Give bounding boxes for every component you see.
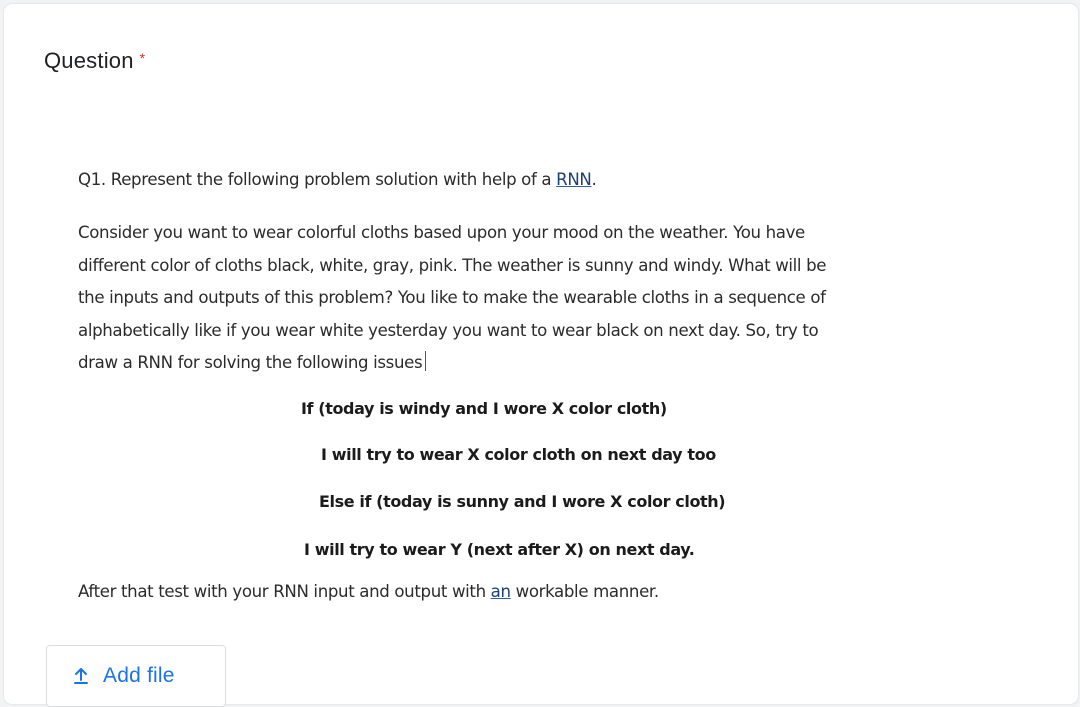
q1-prefix: Q1. Represent the following problem solu…	[78, 170, 557, 189]
q1-suffix: .	[591, 170, 597, 189]
paragraph-line: different color of cloths black, white, …	[78, 255, 827, 275]
condition-line: Else if (today is sunny and I wore X col…	[319, 492, 726, 511]
paragraph-line: draw a RNN for solving the following iss…	[78, 353, 423, 373]
add-file-label: Add file	[103, 664, 175, 687]
after-prefix: After that test with your RNN input and …	[78, 582, 491, 601]
paragraph-line: Consider you want to wear colorful cloth…	[78, 223, 805, 242]
add-file-button[interactable]: Add file	[46, 645, 226, 707]
after-instruction: After that test with your RNN input and …	[78, 582, 659, 601]
paragraph-line-last: draw a RNN for solving the following iss…	[78, 347, 1038, 380]
condition-line: I will try to wear Y (next after X) on n…	[304, 540, 695, 559]
paragraph-line: the inputs and outputs of this problem? …	[78, 288, 826, 308]
question-label: Question	[44, 48, 134, 73]
rnn-link: RNN	[556, 170, 592, 189]
paragraph-line: alphabetically like if you wear white ye…	[78, 320, 819, 340]
question-card: Question * Q1. Represent the following pr…	[4, 4, 1078, 707]
upload-icon	[71, 666, 91, 686]
condition-line: I will try to wear X color cloth on next…	[321, 445, 716, 464]
after-suffix: workable manner.	[510, 582, 660, 601]
question-title: Q1. Represent the following problem solu…	[78, 170, 597, 189]
an-link: an	[490, 582, 511, 601]
condition-line: If (today is windy and I wore X color cl…	[301, 399, 667, 418]
required-asterisk: *	[139, 50, 146, 66]
question-header: Question *	[44, 48, 145, 74]
question-paragraph: Consider you want to wear colorful cloth…	[78, 217, 1038, 380]
text-cursor	[425, 351, 427, 372]
